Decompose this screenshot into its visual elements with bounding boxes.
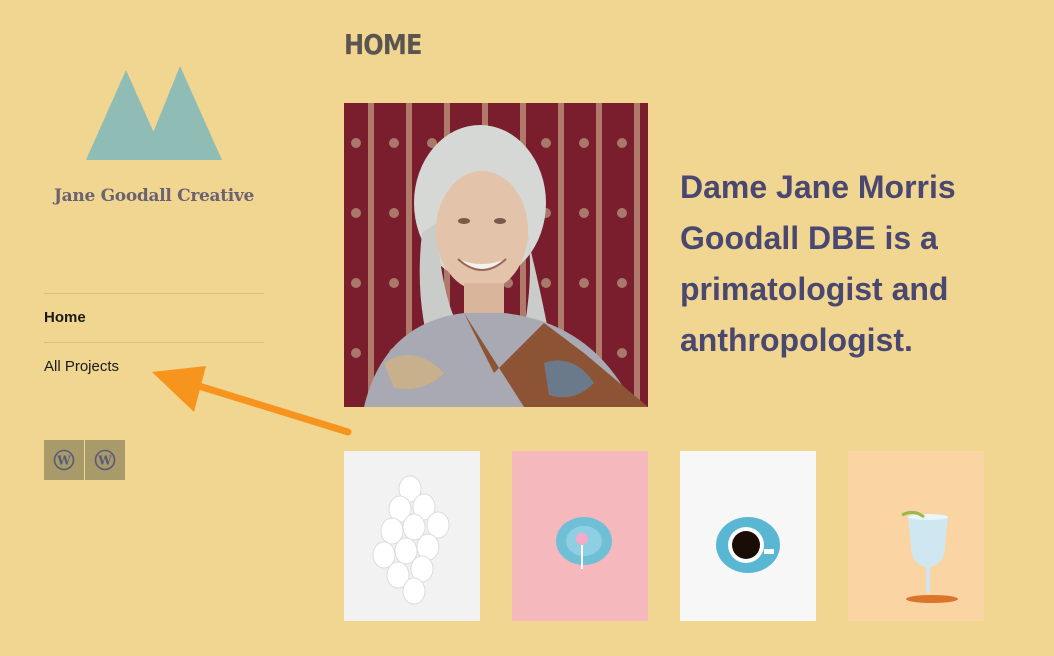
- intro-text: Dame Jane Morris Goodall DBE is a primat…: [680, 169, 956, 358]
- project-thumbnail-coffee[interactable]: [680, 451, 816, 621]
- project-gallery: [344, 451, 984, 621]
- project-thumbnail-glass[interactable]: [848, 451, 984, 621]
- svg-text:W: W: [97, 454, 112, 468]
- social-link-wordpress[interactable]: W: [44, 440, 84, 480]
- annotation-arrow: [152, 366, 352, 436]
- svg-text:W: W: [56, 454, 71, 468]
- project-thumbnail-eggs[interactable]: [344, 451, 480, 621]
- project-thumbnail-lollipop[interactable]: [512, 451, 648, 621]
- wordpress-icon: W: [53, 449, 75, 471]
- social-links: W W: [44, 440, 125, 480]
- page-title: HOME: [344, 28, 422, 61]
- portrait-photo: [344, 103, 648, 407]
- nav-item-home[interactable]: Home: [44, 293, 264, 342]
- site-logo[interactable]: [86, 66, 224, 162]
- page: Jane Goodall Creative Home All Projects …: [0, 0, 1054, 656]
- wordpress-icon: W: [94, 449, 116, 471]
- social-link-wordpress[interactable]: W: [85, 440, 125, 480]
- site-title[interactable]: Jane Goodall Creative: [44, 186, 264, 206]
